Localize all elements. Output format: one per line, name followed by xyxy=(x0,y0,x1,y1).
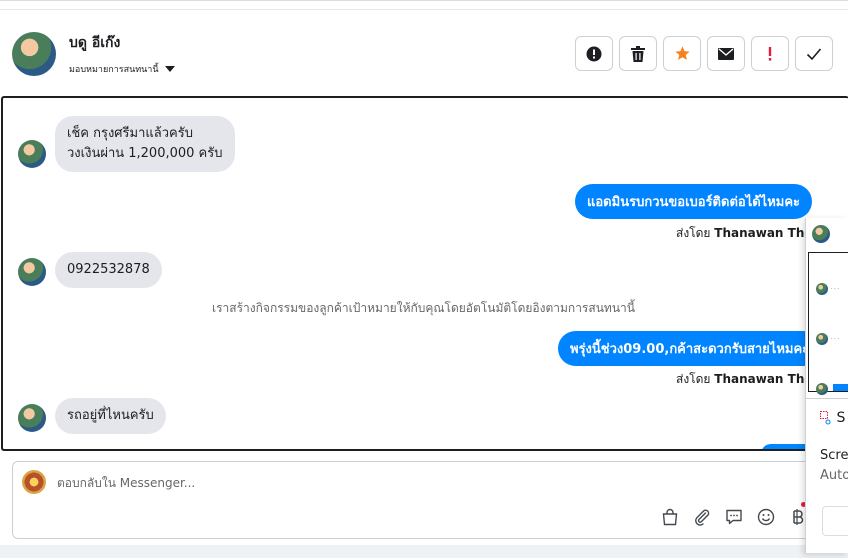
reply-box xyxy=(12,461,848,539)
overlay-snip-title: S xyxy=(820,410,845,426)
message-thread[interactable]: · · · · เช็ค กรุงศรีมาแล้วครับ วงเงินผ่า… xyxy=(1,96,848,451)
smiley-icon xyxy=(757,508,775,526)
contact-avatar[interactable] xyxy=(12,32,56,76)
snipping-tool-icon xyxy=(820,411,831,425)
sent-by-label: ส่งโดย Thanawan Thon xyxy=(676,224,821,243)
alert-circle-icon xyxy=(586,46,602,61)
message-line: วงเงินผ่าน 1,200,000 ครับ xyxy=(67,146,223,161)
overlay-button[interactable] xyxy=(822,506,848,536)
reply-toolbar xyxy=(659,506,809,528)
thumb-text: · · · xyxy=(831,286,839,292)
system-note: เราสร้างกิจกรรมของลูกค้าเป้าหมายให้กับคุ… xyxy=(212,301,635,315)
attach-button[interactable] xyxy=(691,506,713,528)
sender-avatar xyxy=(18,140,46,168)
envelope-icon xyxy=(718,47,734,60)
star-icon xyxy=(674,46,690,60)
reply-input[interactable] xyxy=(57,476,657,490)
mark-spam-button[interactable] xyxy=(575,36,613,71)
thumb-selection xyxy=(833,384,848,391)
thumb-text: · · · xyxy=(831,336,839,342)
incoming-message[interactable]: 0922532878 xyxy=(55,252,162,288)
screenshot-overlay-panel[interactable]: · · · · · · S Scree Auto xyxy=(805,218,848,553)
check-icon xyxy=(806,47,822,60)
mark-unread-button[interactable] xyxy=(707,36,745,71)
conversation-panel: บดู อีเก๊ง มอบหมายการสนทนานี้ · · · · เช… xyxy=(0,0,848,545)
outgoing-message[interactable]: พรุ่งนี้ช่วง09.00,กค้าสะดวกรับสายไหมคะ xyxy=(558,331,822,366)
overlay-thumbnail: · · · · · · xyxy=(808,252,848,395)
shopping-bag-icon xyxy=(662,508,678,526)
delete-button[interactable] xyxy=(619,36,657,71)
conversation-actions xyxy=(575,36,833,71)
emoji-button[interactable] xyxy=(755,506,777,528)
paperclip-icon xyxy=(695,509,710,526)
overlay-snip-title-text: S xyxy=(836,410,846,426)
sender-avatar xyxy=(18,404,46,432)
star-button[interactable] xyxy=(663,36,701,71)
assign-conversation-label: มอบหมายการสนทนานี้ xyxy=(69,65,159,75)
exclamation-icon xyxy=(768,46,772,61)
shop-button[interactable] xyxy=(659,506,681,528)
chat-bubble-icon xyxy=(726,509,742,525)
assign-conversation-dropdown[interactable]: มอบหมายการสนทนานี้ xyxy=(69,62,175,76)
outgoing-message[interactable]: แอดมินรบกวนขอเบอร์ติดต่อได้ไหมคะ xyxy=(575,184,813,219)
sent-by-prefix: ส่งโดย xyxy=(676,226,711,240)
overlay-avatar xyxy=(812,225,830,243)
incoming-message[interactable]: รถอยู่ที่ไหนครับ xyxy=(55,398,166,434)
incoming-message[interactable]: เช็ค กรุงศรีมาแล้วครับ วงเงินผ่าน 1,200,… xyxy=(55,116,235,172)
overlay-label: Scree xyxy=(820,448,848,463)
thumb-avatar xyxy=(816,283,828,295)
sent-by-prefix: ส่งโดย xyxy=(676,372,711,386)
message-line: เช็ค กรุงศรีมาแล้วครับ xyxy=(67,126,193,141)
follow-up-button[interactable] xyxy=(751,36,789,71)
sender-avatar xyxy=(18,258,46,286)
caret-down-icon xyxy=(164,66,175,72)
scrolled-text-fragment: · · · · xyxy=(675,96,698,104)
thumb-avatar xyxy=(816,333,828,345)
saved-replies-button[interactable] xyxy=(723,506,745,528)
conversation-header: บดู อีเก๊ง มอบหมายการสนทนานี้ xyxy=(0,9,848,97)
sent-by-label: ส่งโดย Thanawan Thon xyxy=(676,370,821,389)
overlay-sublabel: Auto xyxy=(820,468,848,483)
overlay-divider xyxy=(806,398,848,399)
thumb-avatar xyxy=(816,383,828,395)
contact-name[interactable]: บดู อีเก๊ง xyxy=(69,32,120,54)
baht-icon xyxy=(793,509,804,525)
page-avatar xyxy=(22,470,46,494)
mark-done-button[interactable] xyxy=(795,36,833,71)
trash-icon xyxy=(631,45,645,62)
